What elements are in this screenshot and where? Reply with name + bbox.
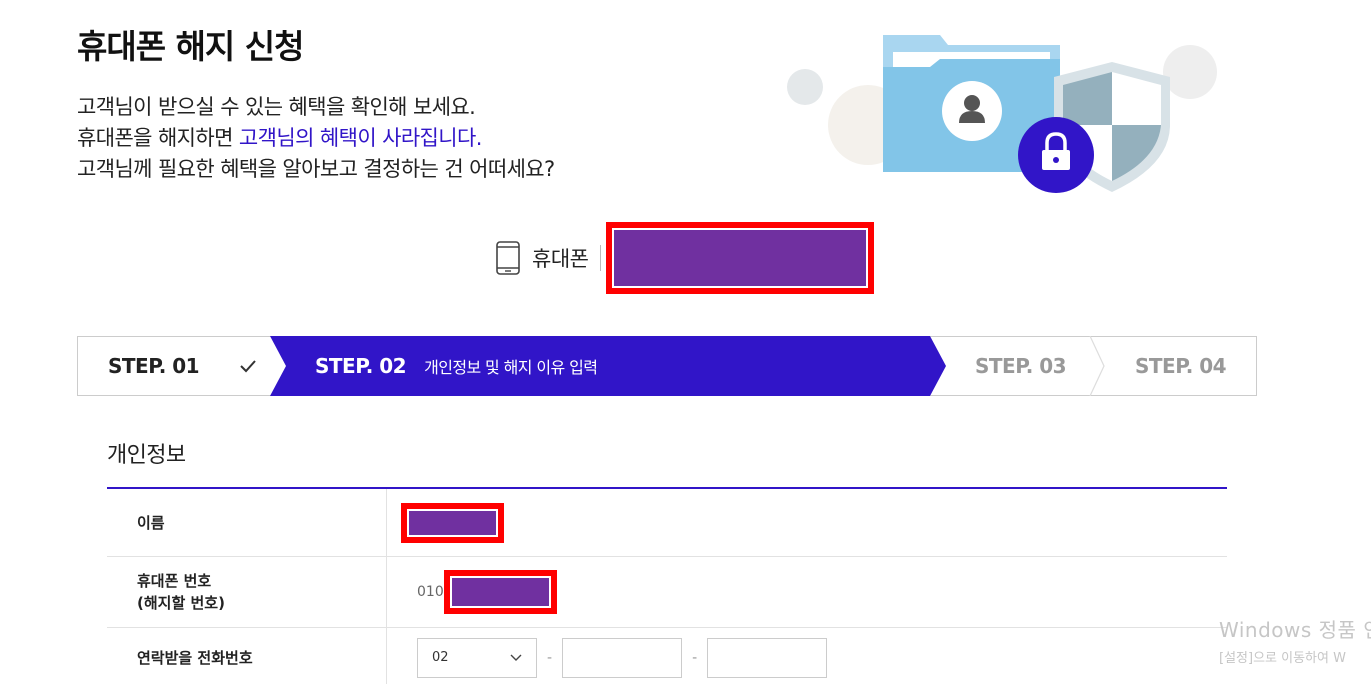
chevron-down-icon bbox=[510, 654, 522, 661]
name-label-text: 이름 bbox=[137, 513, 165, 532]
step-02-desc: 개인정보 및 해지 이유 입력 bbox=[424, 358, 598, 377]
section-title-personal-info: 개인정보 bbox=[107, 443, 186, 468]
step-04: STEP. 04 bbox=[1135, 337, 1227, 395]
deco-circle-right bbox=[1163, 45, 1217, 99]
name-value bbox=[387, 489, 1227, 556]
phone-prefix: 010 bbox=[417, 584, 444, 600]
contact-number-label-text: 연락받을 전화번호 bbox=[137, 648, 253, 667]
step-01: STEP. 01 bbox=[108, 337, 257, 395]
contact-middle-input[interactable] bbox=[562, 637, 683, 678]
redacted-phone-suffix bbox=[443, 570, 557, 614]
area-code-value: 02 bbox=[432, 650, 449, 665]
phone-number-label-line1: 휴대폰 번호 bbox=[137, 572, 212, 590]
phone-dash-2: - bbox=[692, 649, 698, 666]
contact-number-label: 연락받을 전화번호 bbox=[107, 628, 387, 684]
name-label: 이름 bbox=[107, 489, 387, 556]
intro-text: 고객님이 받으실 수 있는 혜택을 확인해 보세요. 휴대폰을 해지하면 고객님… bbox=[77, 92, 555, 185]
personal-info-form: 이름 휴대폰 번호 (해지할 번호) 010 연락받을 전화번호 02 - - bbox=[107, 487, 1227, 684]
watermark-line-2: [설정]으로 이동하여 W bbox=[1219, 651, 1346, 666]
phone-number-label: 휴대폰 번호 (해지할 번호) bbox=[107, 557, 387, 627]
intro-line-2: 휴대폰을 해지하면 고객님의 혜택이 사라집니다. bbox=[77, 123, 555, 154]
phone-number-value: 010 bbox=[387, 557, 1227, 627]
security-folder-illustration bbox=[787, 35, 1217, 193]
mobile-phone-icon bbox=[496, 241, 520, 275]
intro-line-2-prefix: 휴대폰을 해지하면 bbox=[77, 126, 239, 150]
phone-divider bbox=[600, 245, 602, 271]
phone-label: 휴대폰 bbox=[532, 247, 589, 271]
intro-line-1: 고객님이 받으실 수 있는 혜택을 확인해 보세요. bbox=[77, 95, 476, 119]
deco-circle-small bbox=[787, 69, 823, 105]
watermark-line-1: Windows 정품 인 bbox=[1219, 618, 1371, 642]
intro-highlight: 고객님의 혜택이 사라집니다. bbox=[238, 126, 482, 150]
form-row-phone: 휴대폰 번호 (해지할 번호) 010 bbox=[107, 557, 1227, 628]
step-separator-chevron bbox=[1089, 336, 1105, 396]
redacted-name bbox=[401, 502, 504, 543]
intro-line-3: 고객님께 필요한 혜택을 알아보고 결정하는 건 어떠세요? bbox=[77, 157, 555, 181]
phone-info: 휴대폰 bbox=[495, 222, 875, 294]
step-03: STEP. 03 bbox=[975, 337, 1067, 395]
phone-number-label-line2: (해지할 번호) bbox=[137, 594, 225, 612]
form-row-contact: 연락받을 전화번호 02 - - bbox=[107, 628, 1227, 684]
windows-activation-watermark: Windows 정품 인 [설정]으로 이동하여 W bbox=[1219, 614, 1371, 666]
step-03-label: STEP. 03 bbox=[975, 354, 1067, 378]
phone-dash-1: - bbox=[547, 649, 553, 666]
page-title: 휴대폰 해지 신청 bbox=[77, 27, 304, 66]
step-04-label: STEP. 04 bbox=[1135, 354, 1227, 378]
area-code-select[interactable]: 02 bbox=[417, 637, 537, 678]
contact-last-input[interactable] bbox=[707, 637, 828, 678]
step-02-label: STEP. 02 bbox=[315, 354, 407, 378]
form-row-name: 이름 bbox=[107, 489, 1227, 557]
contact-number-value: 02 - - bbox=[387, 628, 1227, 684]
step-01-label: STEP. 01 bbox=[108, 354, 200, 378]
step-progress: STEP. 01 STEP. 02 개인정보 및 해지 이유 입력 STEP. … bbox=[77, 336, 1257, 396]
step-02: STEP. 02 개인정보 및 해지 이유 입력 bbox=[315, 337, 598, 395]
redacted-phone-number bbox=[606, 222, 875, 294]
check-icon bbox=[240, 360, 256, 373]
